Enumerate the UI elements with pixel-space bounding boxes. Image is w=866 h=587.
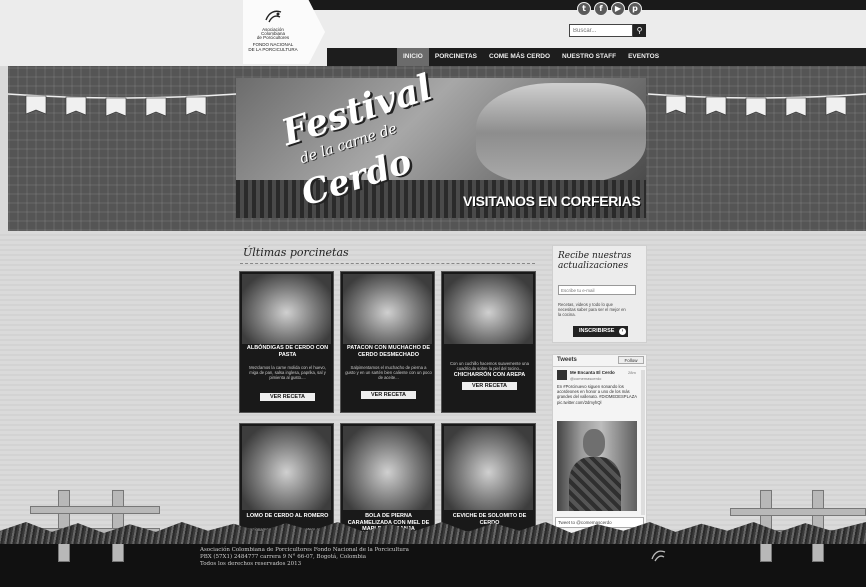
tweet-photo[interactable]	[557, 421, 637, 511]
subscribe-title: Recibe nuestras actualizaciones	[558, 251, 632, 271]
arrow-right-icon: ›	[619, 328, 626, 335]
fence-rail	[730, 508, 866, 516]
youtube-icon[interactable]: ▶	[611, 2, 625, 16]
nav-porcinetas[interactable]: PORCINETAS	[429, 48, 483, 66]
fence-post	[112, 490, 124, 562]
recipe-card[interactable]: CHICHARRÓN CON AREPA Con un cuchillo hac…	[441, 271, 536, 413]
search-input[interactable]	[569, 24, 633, 37]
view-recipe-button[interactable]: VER RECETA	[462, 382, 517, 390]
section-divider	[240, 263, 535, 264]
tweets-divider	[553, 366, 646, 367]
footer-text: Asociación Colombiana de Porcicultores F…	[200, 547, 460, 568]
logo-line-5: DE LA PORCICULTURA	[248, 47, 298, 52]
nav-nuestro-staff[interactable]: NUESTRO STAFF	[556, 48, 622, 66]
tweet-age: 28m	[628, 370, 636, 375]
recipe-title: CEVICHE DE SOLOMITO DE CERDO	[452, 513, 527, 526]
twitter-icon[interactable]: t	[577, 2, 591, 16]
view-recipe-button[interactable]: VER RECETA	[260, 393, 315, 401]
follow-button[interactable]: Follow	[618, 356, 644, 364]
subscribe-text: Recetas, videos y todo lo que necesitas …	[558, 302, 626, 317]
recipe-title: CHICHARRÓN CON AREPA	[453, 372, 526, 378]
recipe-image	[242, 274, 331, 344]
photo-person-head	[583, 429, 605, 457]
subscribe-button-label: INSCRIBIRSE	[579, 328, 615, 334]
nav-inicio[interactable]: INICIO	[397, 48, 429, 66]
tweet-user[interactable]: Me Encanta El Cerdo	[570, 370, 620, 375]
bunting-garland-left	[8, 93, 236, 117]
search-icon[interactable]: ⚲	[633, 24, 646, 37]
pig-logo-icon	[265, 10, 282, 23]
bunting-garland-right	[648, 93, 866, 117]
recipe-image	[444, 274, 533, 344]
logo-line-3: de Porcicultores	[256, 35, 290, 40]
photo-person-body	[569, 457, 621, 511]
recipe-card[interactable]: LOMO DE CERDO AL ROMERO Porcionamos la p…	[239, 423, 334, 539]
recipe-card[interactable]: CEVICHE DE SOLOMITO DE CERDO Salpimentam…	[441, 423, 536, 540]
footer-line-2: PBX (57X1) 2484777 carrera 9 N° 66-07, B…	[200, 554, 367, 560]
section-title: Últimas porcinetas	[243, 246, 349, 259]
banner-cta[interactable]: VISITANOS EN CORFERIAS	[463, 193, 641, 209]
recipe-title: ALBÓNDIGAS DE CERDO CON PASTA	[246, 345, 329, 358]
nav-come-mas-cerdo[interactable]: COME MÁS CERDO	[483, 48, 556, 66]
avatar[interactable]	[557, 370, 567, 380]
recipe-description: Mezclamos la carne molida con el huevo, …	[249, 365, 326, 381]
recipe-card[interactable]: BOLA DE PIERNA CARAMELIZADA CON MIEL DE …	[340, 423, 435, 540]
recipe-card[interactable]: PATACON CON MUCHACHO DE CERDO DESMECHADO…	[340, 271, 435, 413]
social-links: t f ▶ p	[577, 2, 642, 16]
recipe-description: Salpimentamos el muchacho de pierna a gu…	[345, 365, 432, 381]
recipe-card[interactable]: ALBÓNDIGAS DE CERDO CON PASTA Mezclamos …	[239, 271, 334, 413]
tweet-handle[interactable]: @comemascerdo	[570, 376, 601, 381]
sandwich-image	[476, 83, 646, 183]
view-recipe-button[interactable]: VER RECETA	[361, 391, 416, 399]
email-field[interactable]	[558, 285, 636, 295]
recipe-image	[444, 426, 533, 510]
tweets-title: Tweets	[557, 357, 577, 363]
fence-post	[58, 490, 70, 562]
recipe-image	[343, 426, 432, 510]
fence-rail	[30, 506, 160, 514]
recipe-description: Con un cuchillo hacemos suavemente una c…	[450, 361, 529, 372]
recipe-image	[343, 274, 432, 344]
footer-line-1: Asociación Colombiana de Porcicultores F…	[200, 547, 409, 553]
tweets-scrollbar[interactable]	[641, 370, 645, 515]
nav-eventos[interactable]: EVENTOS	[622, 48, 665, 66]
search-box: ⚲	[569, 24, 646, 37]
pig-logo-icon	[651, 550, 666, 562]
recipe-title: PATACON CON MUCHACHO DE CERDO DESMECHADO	[346, 345, 431, 358]
recipe-image	[242, 426, 331, 510]
main-nav: INICIO PORCINETAS COME MÁS CERDO NUESTRO…	[397, 48, 665, 66]
pinterest-icon[interactable]: p	[628, 2, 642, 16]
subscribe-button[interactable]: INSCRIBIRSE ›	[573, 326, 628, 337]
tweet-text: En #Porcinuevo siguen sonando los acorde…	[557, 384, 637, 405]
footer-line-3: Todos los derechos reservados 2013	[200, 561, 302, 567]
facebook-icon[interactable]: f	[594, 2, 608, 16]
recipe-title: LOMO DE CERDO AL ROMERO	[246, 513, 329, 519]
